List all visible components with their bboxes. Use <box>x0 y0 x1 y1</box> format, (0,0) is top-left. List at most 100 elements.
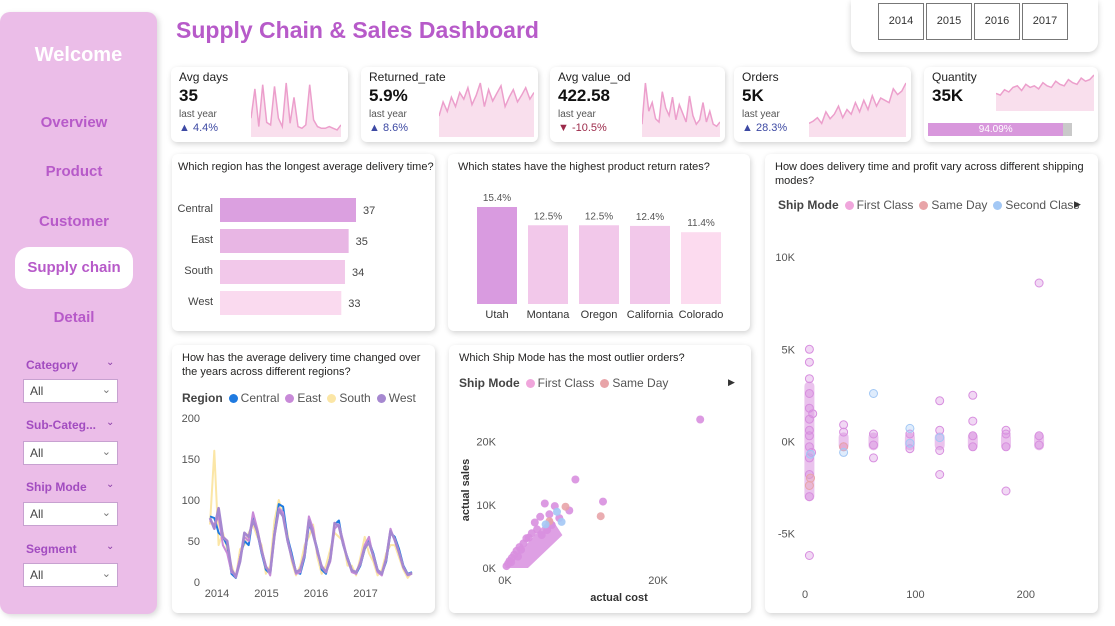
axis-tick-label: 0 <box>194 577 200 589</box>
data-label: 12.4% <box>636 212 664 223</box>
kpi-value: 5K <box>742 86 764 105</box>
axis-tick-label: 100 <box>182 495 200 507</box>
axis-tick-label: 0K <box>782 436 796 448</box>
scatter-point <box>571 475 580 484</box>
nav-detail[interactable]: Detail <box>15 309 133 326</box>
sparkline <box>439 82 534 137</box>
axis-tick-label: 100 <box>906 589 924 601</box>
data-label: 12.5% <box>585 211 613 222</box>
kpi-value: 5.9% <box>369 86 408 105</box>
axis-tick-label: Utah <box>485 309 508 321</box>
scatter-point <box>905 438 915 448</box>
bar <box>220 198 356 222</box>
progress-label: 94.09% <box>978 124 1013 135</box>
region-bar-chart: Central 37 East 35 South 34 West 33 <box>178 198 375 315</box>
nav-customer[interactable]: Customer <box>15 213 133 230</box>
bar <box>681 232 721 304</box>
kpi-card-avg-days: Avg days 35 last year ▲ 4.4% <box>171 67 348 142</box>
nav-overview[interactable]: Overview <box>15 114 133 131</box>
legend-dot <box>844 201 854 210</box>
filter-shipmode-select[interactable]: All ⌄ <box>23 502 118 526</box>
kpi-label: Quantity <box>932 70 977 84</box>
x-axis-title: actual cost <box>590 592 648 604</box>
bar <box>220 291 342 315</box>
scatter-point <box>1001 425 1011 435</box>
scatter-point <box>561 502 570 511</box>
scatter-point <box>599 497 607 506</box>
chevron-down-icon[interactable]: ⌄ <box>106 479 114 490</box>
outlier-scatter-card: Which Ship Mode has the most outlier ord… <box>449 345 751 613</box>
chart-legend[interactable]: Region Central East South West <box>182 391 416 405</box>
axis-tick-label: -5K <box>778 528 796 540</box>
nav-supply-chain[interactable]: Supply chain <box>15 247 133 289</box>
filter-category-select[interactable]: All ⌄ <box>23 379 118 403</box>
legend-item: South <box>339 391 371 405</box>
legend-item: First Class <box>856 198 914 212</box>
year-button-2014[interactable]: 2014 <box>878 3 924 40</box>
chevron-down-icon: ⌄ <box>101 384 111 396</box>
legend-dot <box>376 394 386 403</box>
triangle-down-icon: ▼ <box>558 122 569 134</box>
year-button-2016[interactable]: 2016 <box>974 3 1020 40</box>
filter-subcategory-label: Sub-Categ... <box>26 418 97 432</box>
data-label: 37 <box>363 205 375 217</box>
chart-legend[interactable]: Ship Mode First Class Same Day Second Class <box>778 198 1079 212</box>
chevron-down-icon: ⌄ <box>101 568 111 580</box>
nav-product[interactable]: Product <box>15 163 133 180</box>
scatter-point <box>541 520 550 529</box>
axis-tick-label: 50 <box>188 536 200 548</box>
filter-subcategory-select[interactable]: All ⌄ <box>23 441 118 465</box>
year-button-2017[interactable]: 2017 <box>1022 3 1068 40</box>
scatter-point <box>1001 486 1011 496</box>
scatter-point <box>545 510 554 519</box>
axis-tick-label: 200 <box>182 413 200 425</box>
year-button-2015[interactable]: 2015 <box>926 3 972 40</box>
legend-dot <box>993 201 1003 210</box>
legend-item: West <box>388 391 416 405</box>
chart-title: How has the average delivery time change… <box>182 352 421 378</box>
axis-tick-label: 200 <box>1017 589 1035 601</box>
kpi-delta-value: 8.6% <box>382 122 409 134</box>
welcome-label: Welcome <box>34 44 123 66</box>
kpi-label: Avg value_od <box>558 70 631 84</box>
filter-value: All <box>30 384 44 398</box>
scatter-point <box>808 409 818 419</box>
scatter-point <box>1034 278 1044 288</box>
kpi-delta-value: 4.4% <box>192 122 219 134</box>
kpi-label: Returned_rate <box>369 70 446 84</box>
scatter-point <box>524 533 533 542</box>
chevron-down-icon[interactable]: ⌄ <box>106 541 114 552</box>
states-bar-chart: 15.4% Utah 12.5% Montana 12.5% Oregon 12.4% Cal… <box>477 193 724 321</box>
chart-legend[interactable]: Ship Mode First Class Same Day <box>459 376 668 390</box>
scatter-point <box>557 517 566 526</box>
axis-tick-label: 2016 <box>304 588 328 600</box>
axis-tick-label: East <box>191 234 213 246</box>
delivery-line-chart: 0 50 100 150 200 2014 2015 2016 2017 <box>182 413 413 600</box>
legend-next-icon[interactable]: ▶ <box>728 377 735 388</box>
filter-segment-select[interactable]: All ⌄ <box>23 563 118 587</box>
legend-title: Ship Mode <box>459 376 520 390</box>
scatter-point <box>968 390 978 400</box>
scatter-point <box>596 512 605 521</box>
kpi-last-year-label: last year <box>369 109 407 120</box>
legend-item: East <box>297 391 322 405</box>
legend-dot <box>600 379 610 388</box>
kpi-delta: ▲ 4.4% <box>179 122 218 134</box>
data-label: 33 <box>348 298 360 310</box>
axis-tick-label: Colorado <box>679 309 724 321</box>
chevron-down-icon[interactable]: ⌄ <box>106 417 114 428</box>
legend-next-icon[interactable]: ▶ <box>1074 199 1081 210</box>
scatter-point <box>696 415 705 424</box>
legend-dot <box>919 201 929 210</box>
scatter-point <box>935 446 945 455</box>
scatter-point <box>804 389 814 398</box>
filter-value: All <box>30 446 44 460</box>
scatter-point <box>839 447 849 457</box>
legend-dot <box>228 394 238 403</box>
kpi-value: 35K <box>932 86 964 105</box>
scatter-point <box>804 551 814 560</box>
page-title: Supply Chain & Sales Dashboard <box>176 17 539 43</box>
chevron-down-icon[interactable]: ⌄ <box>106 357 114 368</box>
scatter-point <box>1034 431 1044 441</box>
kpi-delta-value: -10.5% <box>571 122 607 134</box>
